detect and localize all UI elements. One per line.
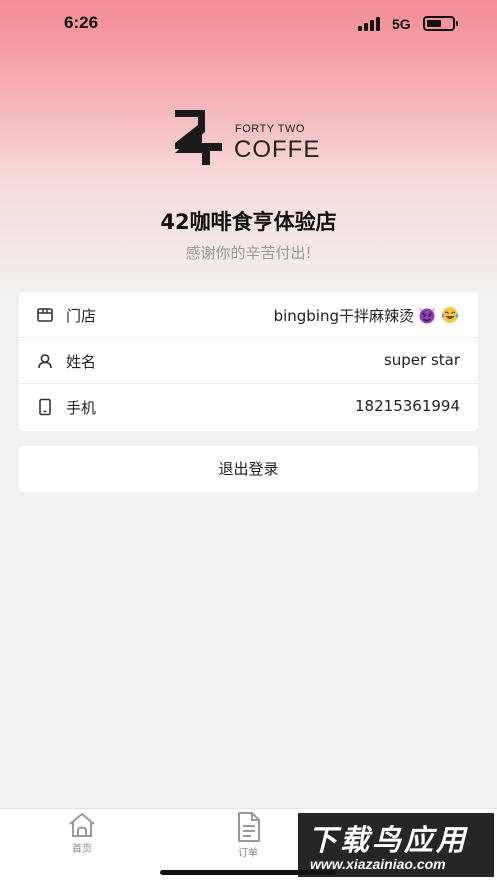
- network-type: 5G: [392, 16, 411, 32]
- store-subtitle: 感谢你的辛苦付出!: [185, 244, 312, 262]
- info-value-store: bingbing干拌麻辣烫: [274, 305, 460, 326]
- info-row-name: 姓名 super star: [19, 338, 478, 384]
- status-bar: 6:26 5G: [0, 0, 497, 46]
- battery-icon: [423, 16, 458, 31]
- info-value-phone: 18215361994: [355, 397, 460, 415]
- brand-line2: COFFE: [234, 136, 321, 163]
- tab-home[interactable]: 首页: [37, 811, 127, 855]
- watermark-title: 下载鸟应用: [308, 823, 469, 857]
- brand-line1: FORTY TWO: [235, 123, 305, 135]
- devil-emoji: [419, 308, 435, 324]
- logout-button[interactable]: 退出登录: [19, 446, 478, 492]
- info-label: 手机: [66, 399, 97, 417]
- user-icon: [38, 354, 52, 369]
- tab-label: 首页: [72, 844, 92, 855]
- info-row-phone: 手机 18215361994: [19, 384, 478, 430]
- info-row-store: 门店 bingbing干拌麻辣烫: [19, 292, 478, 338]
- info-value-name: super star: [383, 351, 460, 369]
- store-title: 42咖啡食亨体验店: [160, 210, 337, 234]
- brand-logo-mark: [175, 110, 222, 165]
- document-icon: [238, 812, 260, 842]
- info-label: 门店: [66, 307, 97, 325]
- info-label: 姓名: [66, 353, 97, 371]
- tab-label: 订单: [238, 848, 258, 859]
- home-indicator: [160, 870, 336, 875]
- status-time: 6:26: [64, 13, 99, 32]
- watermark: 下载鸟应用 www.xiazainiao.com: [298, 813, 494, 877]
- laughing-tears-emoji: [441, 307, 459, 323]
- home-icon: [69, 813, 95, 837]
- phone-icon: [39, 398, 51, 416]
- store-icon: [37, 308, 53, 322]
- profile-info-card: 门店 bingbing干拌麻辣烫 姓名 super star 手机 182153…: [19, 292, 478, 431]
- signal-icon: [358, 17, 384, 31]
- tab-orders[interactable]: 订单: [203, 811, 293, 859]
